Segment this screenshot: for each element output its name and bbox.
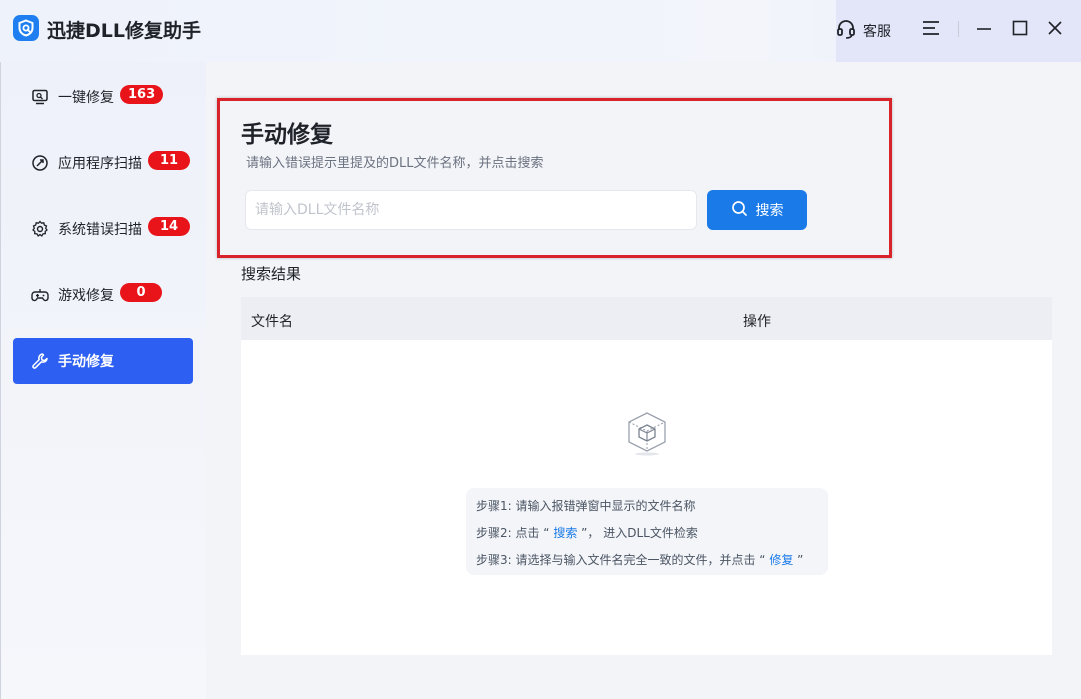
page-subtitle: 请输入错误提示里提及的DLL文件名称，并点击搜索: [246, 156, 544, 171]
close-icon: [1046, 19, 1064, 41]
step-1-text: 步骤1: 请输入报错弹窗中显示的文件名称: [476, 499, 696, 513]
step-2-search-link[interactable]: 搜索: [553, 526, 577, 540]
search-button[interactable]: 搜索: [707, 190, 807, 230]
sidebar: 一键修复 163 应用程序扫描 11 系统错误扫描 14 游戏修复 0 手动修复: [0, 62, 206, 699]
search-button-label: 搜索: [755, 203, 784, 219]
count-badge: 163: [120, 84, 164, 104]
empty-box-icon: [626, 410, 668, 460]
step-3-repair-link[interactable]: 修复: [769, 553, 793, 567]
step-3-text-suffix: ”: [793, 553, 804, 567]
search-icon: [731, 200, 748, 221]
sidebar-item-game-repair[interactable]: 游戏修复 0: [13, 272, 193, 318]
step-2-text-suffix: ”， 进入DLL文件检索: [577, 526, 698, 540]
count-badge: 0: [120, 282, 162, 302]
sidebar-item-manual-repair[interactable]: 手动修复: [13, 338, 193, 384]
results-table: 文件名 操作 步骤1: 请输入报错弹窗中显示的文件名称 步骤2: 点击 “ 搜索…: [241, 297, 1052, 655]
results-title: 搜索结果: [241, 265, 302, 283]
wrench-icon: [31, 352, 49, 370]
headset-icon: [835, 18, 857, 44]
app-title: 迅捷DLL修复助手: [47, 20, 201, 42]
sidebar-item-one-click-repair[interactable]: 一键修复 163: [13, 74, 193, 120]
column-header-filename: 文件名: [251, 314, 293, 330]
support-label: 客服: [863, 24, 891, 40]
maximize-button[interactable]: [1009, 19, 1031, 41]
menu-button[interactable]: [920, 19, 942, 41]
table-header: 文件名 操作: [241, 297, 1052, 340]
count-badge: 11: [148, 150, 190, 170]
count-badge: 14: [148, 216, 190, 236]
step-3-text: 步骤3: 请选择与输入文件名完全一致的文件，并点击 “: [476, 553, 770, 567]
step-1: 步骤1: 请输入报错弹窗中显示的文件名称: [476, 496, 828, 523]
page-title: 手动修复: [241, 122, 333, 148]
sidebar-item-label: 系统错误扫描: [58, 222, 142, 238]
app-scan-icon: [31, 154, 49, 172]
hamburger-icon: [921, 19, 941, 41]
sidebar-item-label: 手动修复: [58, 354, 114, 370]
gamepad-icon: [31, 286, 49, 304]
app-logo-icon: [13, 15, 39, 41]
sidebar-item-label: 一键修复: [58, 90, 114, 106]
step-2-text: 步骤2: 点击 “: [476, 526, 554, 540]
sidebar-item-app-scan[interactable]: 应用程序扫描 11: [13, 140, 193, 186]
title-bar: 迅捷DLL修复助手 客服: [0, 0, 1081, 62]
close-button[interactable]: [1044, 19, 1066, 41]
monitor-repair-icon: [31, 88, 49, 106]
support-button[interactable]: 客服: [835, 18, 891, 44]
titlebar-divider: [958, 21, 959, 37]
instruction-steps: 步骤1: 请输入报错弹窗中显示的文件名称 步骤2: 点击 “ 搜索 ”， 进入D…: [466, 488, 828, 575]
maximize-icon: [1011, 19, 1029, 41]
gear-icon: [31, 220, 49, 238]
column-header-action: 操作: [743, 314, 771, 330]
sidebar-item-system-error-scan[interactable]: 系统错误扫描 14: [13, 206, 193, 252]
sidebar-item-label: 应用程序扫描: [58, 156, 142, 172]
step-2: 步骤2: 点击 “ 搜索 ”， 进入DLL文件检索: [476, 523, 828, 550]
minimize-icon: [975, 19, 993, 41]
step-3: 步骤3: 请选择与输入文件名完全一致的文件，并点击 “ 修复 ”: [476, 550, 828, 577]
minimize-button[interactable]: [973, 19, 995, 41]
sidebar-item-label: 游戏修复: [58, 288, 114, 304]
dll-search-input[interactable]: [245, 190, 697, 230]
